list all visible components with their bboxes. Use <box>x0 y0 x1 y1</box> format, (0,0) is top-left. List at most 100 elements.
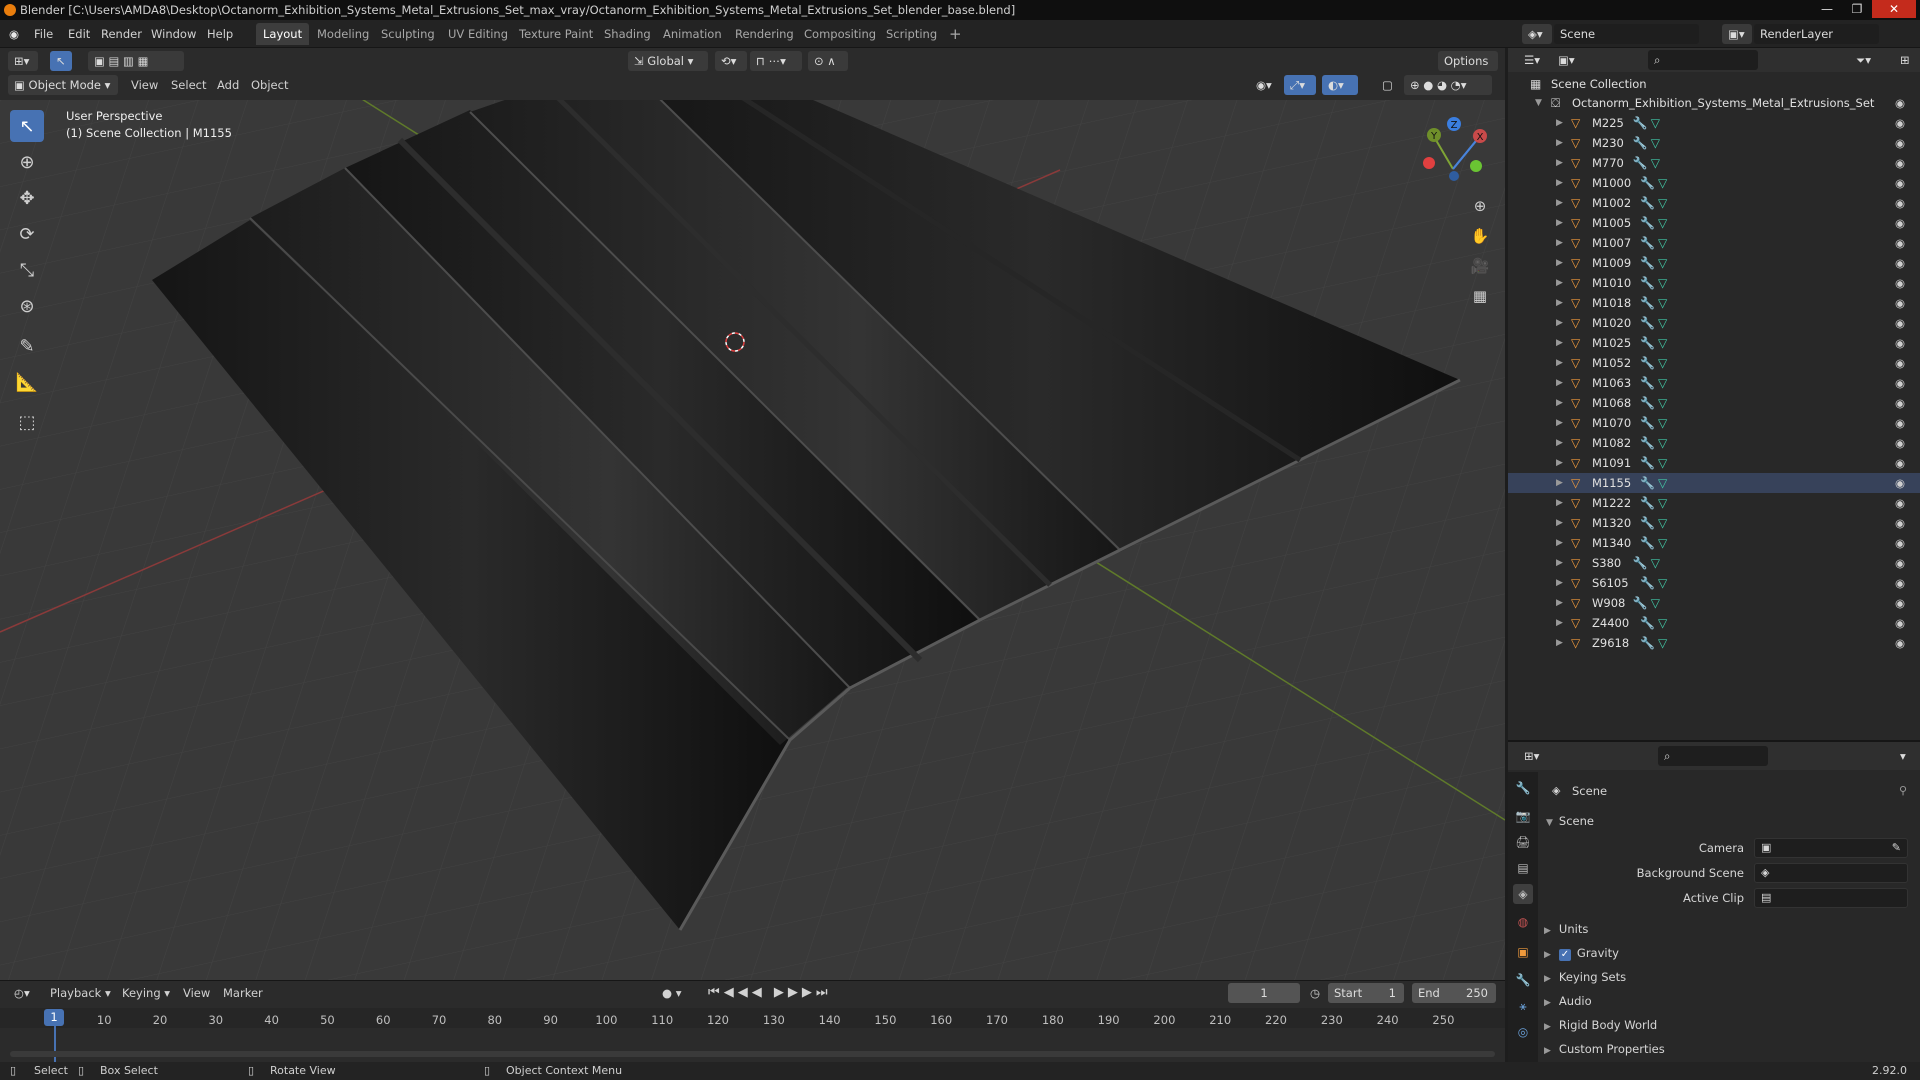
outliner-object-row[interactable]: ▶ ▽ M1091 🔧 ▽ ◉ <box>1508 453 1920 473</box>
transform-tool-icon[interactable]: ⊛ <box>10 290 44 322</box>
mesh-data-icon[interactable]: ▽ <box>1658 473 1667 493</box>
outliner-object-row[interactable]: ▶ ▽ Z9618 🔧 ▽ ◉ <box>1508 633 1920 653</box>
end-frame-field[interactable]: End 250 <box>1412 983 1496 1003</box>
world-tab-icon[interactable]: ◍ <box>1513 912 1533 932</box>
menu-marker[interactable]: Marker <box>223 983 263 1003</box>
current-frame-field[interactable]: 1 <box>1228 983 1300 1003</box>
mesh-data-icon[interactable]: ▽ <box>1658 233 1667 253</box>
outliner-object-row[interactable]: ▶ ▽ M1222 🔧 ▽ ◉ <box>1508 493 1920 513</box>
modifier-icon[interactable]: 🔧 <box>1640 393 1655 413</box>
section-custom-properties[interactable]: ▶ Custom Properties <box>1544 1042 1665 1056</box>
playhead[interactable]: 1 <box>44 1009 64 1026</box>
outliner-object-row[interactable]: ▶ ▽ M1009 🔧 ▽ ◉ <box>1508 253 1920 273</box>
outliner-object-row[interactable]: ▶ ▽ M1070 🔧 ▽ ◉ <box>1508 413 1920 433</box>
expand-icon[interactable]: ▶ <box>1556 273 1563 293</box>
expand-icon[interactable]: ▶ <box>1556 493 1563 513</box>
visibility-eye-icon[interactable]: ◉ <box>1895 193 1905 213</box>
menu-help[interactable]: Help <box>207 27 233 41</box>
outliner-object-row[interactable]: ▶ ▽ W908 🔧 ▽ ◉ <box>1508 593 1920 613</box>
timeline-scrollbar[interactable] <box>10 1051 1495 1057</box>
minimize-button[interactable]: — <box>1812 0 1842 18</box>
expand-icon[interactable]: ▶ <box>1556 213 1563 233</box>
collection-expand-icon[interactable]: ▼ <box>1535 93 1542 113</box>
camera-view-icon[interactable]: 🎥 <box>1466 252 1494 280</box>
properties-editor-type-icon[interactable]: ⊞▾ <box>1518 746 1548 766</box>
expand-icon[interactable]: ▶ <box>1556 133 1563 153</box>
tab-rendering[interactable]: Rendering <box>728 23 801 45</box>
modifier-icon[interactable]: 🔧 <box>1640 233 1655 253</box>
maximize-button[interactable]: ❐ <box>1842 0 1872 18</box>
select-box-tool-icon[interactable]: ↖ <box>10 110 44 142</box>
measure-tool-icon[interactable]: 📐 <box>10 366 44 398</box>
mesh-data-icon[interactable]: ▽ <box>1658 533 1667 553</box>
visibility-eye-icon[interactable]: ◉ <box>1895 313 1905 333</box>
outliner-object-row[interactable]: ▶ ▽ M1007 🔧 ▽ ◉ <box>1508 233 1920 253</box>
outliner-object-row[interactable]: ▶ ▽ M1000 🔧 ▽ ◉ <box>1508 173 1920 193</box>
tab-texture-paint[interactable]: Texture Paint <box>512 23 600 45</box>
object-tab-icon[interactable]: ▣ <box>1513 942 1533 962</box>
expand-icon[interactable]: ▶ <box>1556 473 1563 493</box>
tool-tab-icon[interactable]: 🔧 <box>1513 778 1533 798</box>
expand-icon[interactable]: ▶ <box>1556 373 1563 393</box>
modifier-icon[interactable]: 🔧 <box>1633 593 1648 613</box>
eyedropper-icon[interactable]: ✎ <box>1892 841 1901 854</box>
visibility-eye-icon[interactable]: ◉ <box>1895 613 1905 633</box>
mesh-data-icon[interactable]: ▽ <box>1658 173 1667 193</box>
expand-icon[interactable]: ▶ <box>1556 613 1563 633</box>
renderlayer-field[interactable]: RenderLayer <box>1754 24 1879 44</box>
visibility-eye-icon[interactable]: ◉▾ <box>1250 75 1280 95</box>
visibility-eye-icon[interactable]: ◉ <box>1895 473 1905 493</box>
outliner-object-row[interactable]: ▶ ▽ M1005 🔧 ▽ ◉ <box>1508 213 1920 233</box>
expand-icon[interactable]: ▶ <box>1556 253 1563 273</box>
playback-controls-icon[interactable]: ⏮◀◀◀ ▶▶▶⏭ <box>708 983 832 1003</box>
outliner-object-row[interactable]: ▶ ▽ S380 🔧 ▽ ◉ <box>1508 553 1920 573</box>
visibility-eye-icon[interactable]: ◉ <box>1895 293 1905 313</box>
modifier-icon[interactable]: 🔧 <box>1640 513 1655 533</box>
overlay-toggle-icon[interactable]: ◐▾ <box>1322 75 1358 95</box>
frame-ruler[interactable]: 1102030405060708090100110120130140150160… <box>0 1008 1505 1028</box>
visibility-eye-icon[interactable]: ◉ <box>1895 353 1905 373</box>
tab-scripting[interactable]: Scripting <box>879 23 944 45</box>
timeline-editor-type-icon[interactable]: ◴▾ <box>8 983 38 1003</box>
visibility-eye-icon[interactable]: ◉ <box>1895 493 1905 513</box>
3d-viewport[interactable]: Z Y X ↖ ⊕ ✥ ⟳ ⤡ ⊛ ✎ 📐 ⬚ User Perspective… <box>0 100 1505 980</box>
select-tool-icon[interactable]: ↖ <box>50 51 72 71</box>
modifier-icon[interactable]: 🔧 <box>1633 153 1648 173</box>
zoom-icon[interactable]: ⊕ <box>1466 192 1494 220</box>
outliner-object-row[interactable]: ▶ ▽ M225 🔧 ▽ ◉ <box>1508 113 1920 133</box>
outliner-object-row[interactable]: ▶ ▽ M230 🔧 ▽ ◉ <box>1508 133 1920 153</box>
expand-icon[interactable]: ▶ <box>1556 393 1563 413</box>
editor-type-icon[interactable]: ⊞▾ <box>8 51 38 71</box>
mesh-data-icon[interactable]: ▽ <box>1658 273 1667 293</box>
outliner-object-row[interactable]: ▶ ▽ M1018 🔧 ▽ ◉ <box>1508 293 1920 313</box>
visibility-eye-icon[interactable]: ◉ <box>1895 453 1905 473</box>
mesh-data-icon[interactable]: ▽ <box>1658 253 1667 273</box>
physics-tab-icon[interactable]: ◎ <box>1513 1022 1533 1042</box>
proportional-edit-icon[interactable]: ⊙ ∧ <box>808 51 848 71</box>
visibility-eye-icon[interactable]: ◉ <box>1895 253 1905 273</box>
start-frame-field[interactable]: Start 1 <box>1328 983 1404 1003</box>
pin-icon[interactable]: ⚲ <box>1899 784 1907 797</box>
close-window-button[interactable]: ✕ <box>1872 0 1916 18</box>
visibility-eye-icon[interactable]: ◉ <box>1895 533 1905 553</box>
visibility-eye-icon[interactable]: ◉ <box>1895 153 1905 173</box>
mesh-data-icon[interactable]: ▽ <box>1651 153 1660 173</box>
modifier-icon[interactable]: 🔧 <box>1640 433 1655 453</box>
modifier-icon[interactable]: 🔧 <box>1633 113 1648 133</box>
expand-icon[interactable]: ▶ <box>1556 233 1563 253</box>
pan-hand-icon[interactable]: ✋ <box>1466 222 1494 250</box>
mode-dropdown[interactable]: ▣ Object Mode ▾ <box>8 75 118 95</box>
render-tab-icon[interactable]: 📷 <box>1513 806 1533 826</box>
expand-icon[interactable]: ▶ <box>1556 553 1563 573</box>
visibility-eye-icon[interactable]: ◉ <box>1895 573 1905 593</box>
shading-mode-buttons[interactable]: ⊕ ● ◕ ◔▾ <box>1404 75 1492 95</box>
modifier-icon[interactable]: 🔧 <box>1633 553 1648 573</box>
mesh-data-icon[interactable]: ▽ <box>1658 353 1667 373</box>
active-clip-field[interactable]: ▤ <box>1754 888 1908 908</box>
modifier-icon[interactable]: 🔧 <box>1640 353 1655 373</box>
outliner-object-row[interactable]: ▶ ▽ M1010 🔧 ▽ ◉ <box>1508 273 1920 293</box>
visibility-eye-icon[interactable]: ◉ <box>1895 273 1905 293</box>
display-mode-icon[interactable]: ▣▾ <box>1552 50 1582 70</box>
expand-icon[interactable]: ▶ <box>1556 353 1563 373</box>
menu-object[interactable]: Object <box>251 75 288 95</box>
